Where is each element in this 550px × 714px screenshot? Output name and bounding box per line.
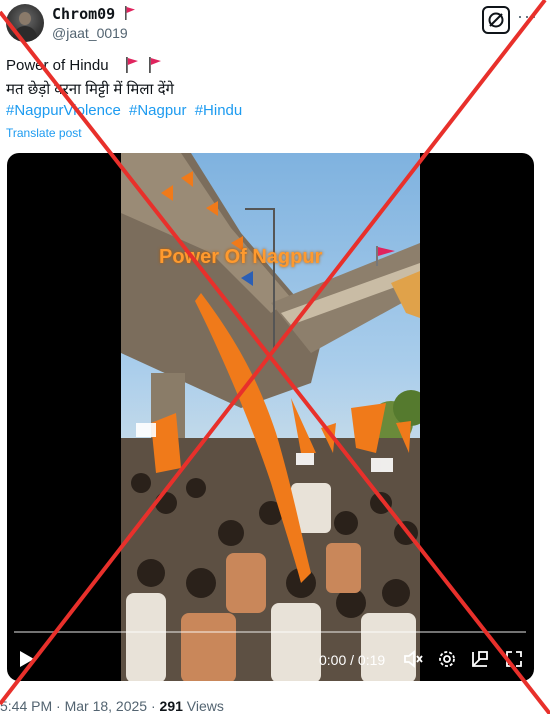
video-time: 0:00 / 0:19 [319,652,386,668]
mute-icon[interactable] [403,649,423,674]
views-label: Views [182,698,224,714]
red-flag-icon [125,57,139,78]
translate-post-link[interactable]: Translate post [6,126,82,140]
rally-scene [121,153,420,681]
video-controls: 0:00 / 0:19 [7,623,534,681]
hashtag-list: #NagpurViolence #Nagpur #Hindu [6,102,246,119]
hashtag-link[interactable]: #NagpurViolence [6,102,121,119]
pip-icon[interactable] [470,649,490,674]
play-icon[interactable] [19,650,35,673]
avatar[interactable] [6,4,44,42]
post-header: Chrom09 @jaat_0019 ··· [0,0,550,48]
views-count: 291 [159,698,183,714]
hashtag-link[interactable]: #Hindu [195,102,243,119]
video-overlay-text: Power Of Nagpur [159,246,323,268]
red-flag-icon [148,57,162,78]
progress-bar[interactable] [14,631,526,633]
post-meta: 5:44 PM · Mar 18, 2025 · 291 Views [0,698,224,714]
user-handle[interactable]: @jaat_0019 [52,25,128,41]
hashtag-link[interactable]: #Nagpur [129,102,187,119]
red-flag-icon [124,6,136,25]
more-options-button[interactable]: ··· [517,6,538,27]
display-name[interactable]: Chrom09 [52,5,115,23]
video-player[interactable]: Power Of Nagpur 0:00 / 0:19 [7,153,534,681]
post-text-line2: मत छेड़ो वरना मिट्टी में मिला देंगे [6,81,175,98]
fullscreen-icon[interactable] [504,649,524,674]
post-timestamp[interactable]: 5:44 PM · Mar 18, 2025 · [0,698,160,714]
red-flag-icon [374,245,396,272]
grok-icon[interactable] [482,6,510,34]
video-frame: Power Of Nagpur [121,153,420,681]
post-text-line1: Power of Hindu [6,57,109,74]
settings-icon[interactable] [437,649,457,674]
